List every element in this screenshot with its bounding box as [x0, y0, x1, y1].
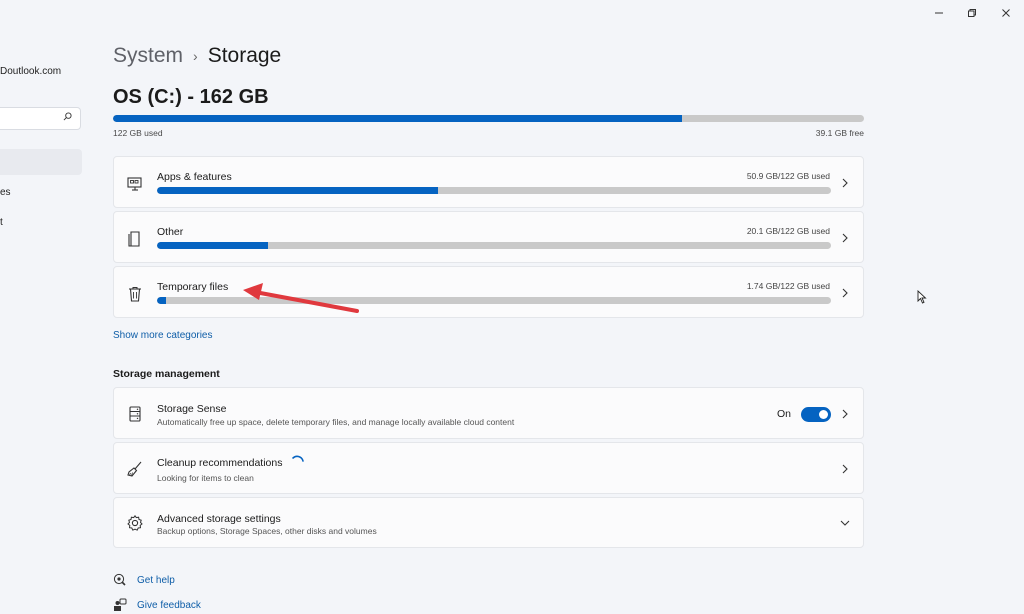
drive-used-label: 122 GB used — [113, 128, 163, 138]
gear-icon — [127, 514, 143, 531]
annotation-arrow-icon — [243, 283, 359, 313]
drive-usage-bar — [113, 115, 864, 122]
category-usage-fill — [157, 187, 439, 194]
page-title: Storage — [207, 44, 282, 67]
drive-free-label: 39.1 GB free — [815, 128, 864, 138]
feedback-icon — [114, 598, 127, 611]
storage-sense-toggle-label: On — [777, 408, 792, 420]
storage-sense-toggle[interactable] — [801, 407, 831, 422]
storage-sense-label: Storage Sense — [157, 403, 227, 415]
category-size: 50.9 GB/122 GB used — [746, 171, 830, 181]
category-size: 1.74 GB/122 GB used — [746, 281, 830, 291]
category-temporary-files[interactable]: Temporary files 1.74 GB/122 GB used — [113, 266, 864, 318]
sidebar-item-fragment[interactable]: es — [0, 187, 11, 198]
storage-sense-description: Automatically free up space, delete temp… — [157, 417, 515, 427]
breadcrumb-separator-icon: › — [193, 48, 198, 64]
category-usage-bar — [157, 187, 831, 194]
search-input[interactable] — [0, 107, 81, 130]
advanced-storage-settings-item[interactable]: Advanced storage settings Backup options… — [113, 497, 864, 548]
breadcrumb: System › Storage — [113, 44, 281, 68]
chevron-right-icon — [842, 288, 848, 298]
get-help-label: Get help — [137, 574, 175, 586]
chevron-right-icon — [842, 233, 848, 243]
apps-icon — [127, 177, 142, 191]
category-usage-fill — [157, 242, 269, 249]
category-label: Apps & features — [157, 171, 232, 183]
advanced-storage-settings-label: Advanced storage settings — [157, 513, 281, 525]
broom-icon — [127, 461, 142, 477]
cleanup-recommendations-description: Looking for items to clean — [157, 473, 254, 483]
loading-spinner-icon — [292, 455, 304, 462]
category-size: 20.1 GB/122 GB used — [746, 226, 830, 236]
chevron-right-icon — [842, 409, 848, 419]
storage-management-heading: Storage management — [113, 368, 220, 380]
category-label: Other — [157, 226, 184, 238]
trash-icon — [129, 287, 141, 302]
restore-button[interactable] — [955, 0, 989, 26]
give-feedback-link[interactable]: Give feedback — [113, 598, 201, 612]
category-other[interactable]: Other 20.1 GB/122 GB used — [113, 211, 864, 263]
minimize-button[interactable] — [922, 0, 956, 26]
advanced-storage-settings-description: Backup options, Storage Spaces, other di… — [157, 526, 377, 536]
account-email: Doutlook.com — [0, 66, 62, 77]
search-icon — [63, 112, 72, 121]
breadcrumb-parent[interactable]: System — [113, 44, 183, 68]
mouse-cursor-icon — [917, 290, 927, 304]
drive-usage-fill — [113, 115, 682, 122]
category-usage-bar — [157, 242, 831, 249]
get-help-link[interactable]: Get help — [113, 573, 175, 587]
category-apps[interactable]: Apps & features 50.9 GB/122 GB used — [113, 156, 864, 208]
cleanup-recommendations-label: Cleanup recommendations — [157, 457, 283, 469]
help-icon — [113, 573, 126, 586]
chevron-right-icon — [842, 464, 848, 474]
chevron-down-icon — [840, 520, 850, 526]
category-label: Temporary files — [157, 281, 229, 293]
close-icon — [1002, 9, 1010, 17]
show-more-categories-link[interactable]: Show more categories — [113, 330, 213, 341]
storage-icon — [129, 406, 141, 422]
minimize-icon — [935, 12, 943, 14]
sidebar-item-fragment[interactable]: t — [0, 217, 3, 228]
cleanup-recommendations-item[interactable]: Cleanup recommendations Looking for item… — [113, 442, 864, 494]
close-button[interactable] — [989, 0, 1023, 26]
give-feedback-label: Give feedback — [137, 599, 201, 611]
document-icon — [128, 231, 140, 247]
sidebar-item-system[interactable] — [0, 149, 82, 175]
restore-icon — [968, 9, 976, 17]
chevron-right-icon — [842, 178, 848, 188]
drive-title: OS (C:) - 162 GB — [113, 86, 269, 108]
category-usage-fill — [157, 297, 167, 304]
storage-sense-item[interactable]: Storage Sense Automatically free up spac… — [113, 387, 864, 439]
toggle-knob — [819, 410, 828, 419]
